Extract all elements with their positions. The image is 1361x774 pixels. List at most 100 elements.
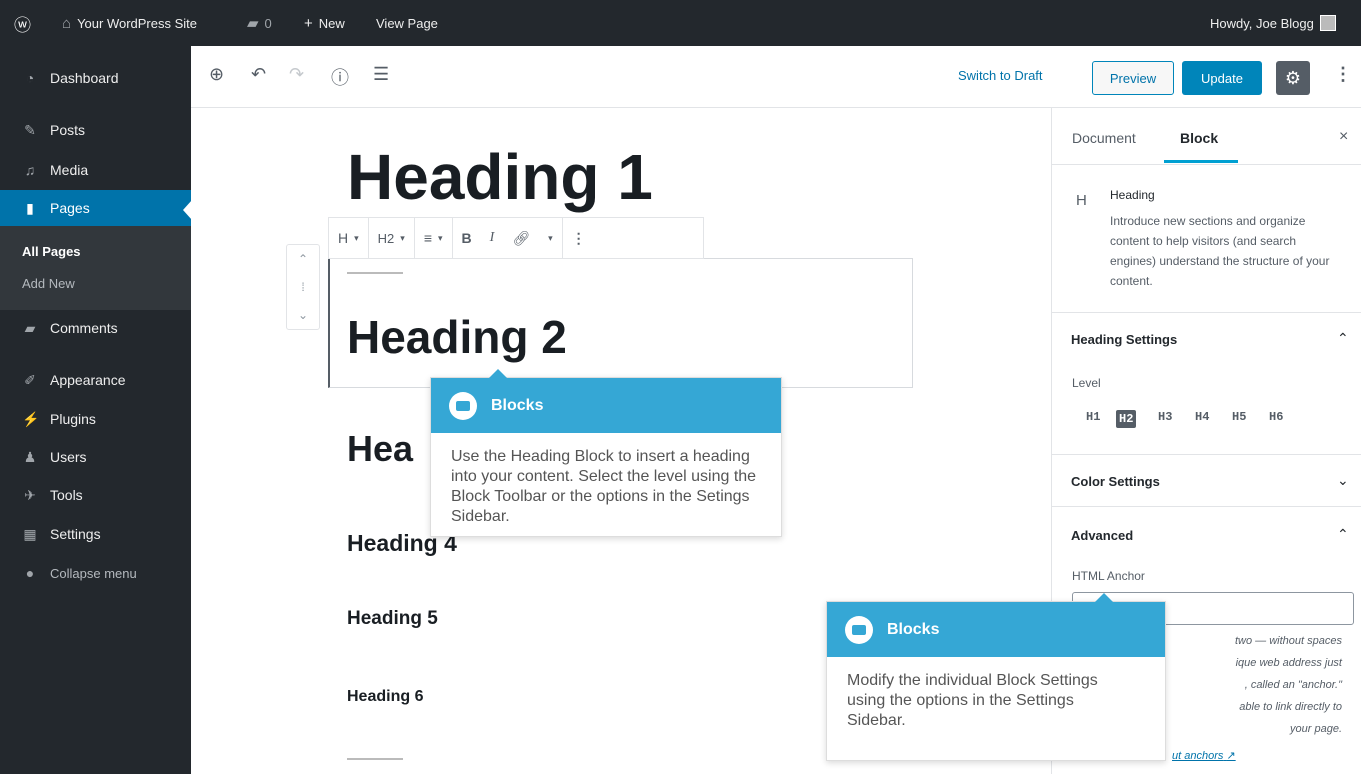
move-up-icon[interactable]: ⌃ — [298, 252, 308, 266]
view-page-link[interactable]: View Page — [376, 0, 438, 46]
submenu-all-pages[interactable]: All Pages — [22, 244, 81, 259]
new-content-link[interactable]: + New — [304, 0, 345, 46]
chevron-down-icon: ▾ — [548, 232, 553, 243]
chevron-down-icon[interactable]: ⌄ — [1337, 472, 1349, 489]
bold-button[interactable]: B — [453, 217, 481, 259]
level-h3-button[interactable]: H3 — [1158, 410, 1172, 424]
site-name-label: Your WordPress Site — [77, 15, 198, 31]
brush-icon: ✐ — [24, 371, 36, 388]
settings-gear-button[interactable]: ⚙ — [1276, 61, 1310, 95]
heading-6-block[interactable]: Heading 6 — [347, 688, 423, 706]
separator-line — [347, 272, 403, 274]
sidebar-collapse-menu[interactable]: ● Collapse menu — [0, 555, 191, 591]
pages-icon: ▮ — [26, 199, 34, 216]
sidebar-item-settings[interactable]: ▦ Settings — [0, 516, 191, 552]
color-settings-title[interactable]: Color Settings — [1071, 474, 1160, 489]
comments-count: 0 — [264, 15, 272, 31]
block-description: Introduce new sections and organize cont… — [1110, 214, 1330, 288]
heading-block-icon: H — [1076, 192, 1087, 209]
add-block-icon[interactable]: ⊕ — [209, 64, 224, 85]
sidebar-item-appearance[interactable]: ✐ Appearance — [0, 362, 191, 398]
block-more-options[interactable]: ⋮ — [563, 217, 595, 259]
block-type-switcher[interactable]: H ▾ — [329, 217, 369, 259]
wrench-icon: ✈ — [24, 486, 36, 503]
heading-1-block[interactable]: Heading 1 — [347, 140, 653, 214]
align-dropdown[interactable]: ≡ ▾ — [415, 217, 453, 259]
more-formatting-dropdown[interactable]: ▾ — [539, 217, 563, 259]
admin-sidebar: ◔ Dashboard ✎ Posts ♫ Media ▮ Pages All Page… — [0, 46, 192, 774]
active-tab-indicator — [1164, 160, 1238, 163]
level-h2-button[interactable]: H2 — [1116, 410, 1137, 428]
block-toolbar: H ▾ H2 ▾ ≡ ▾ B I 🔗︎ ▾ ⋮ — [328, 217, 704, 259]
heading-level-dropdown[interactable]: H2 ▾ — [369, 217, 415, 259]
editor-header: ⊕ ↶ ↷ ⓘ ☰ Switch to Draft Preview Update… — [191, 46, 1361, 108]
account-menu[interactable]: Howdy, Joe Blogg — [1210, 0, 1336, 46]
level-h4-button[interactable]: H4 — [1195, 410, 1209, 424]
comments-link[interactable]: ▰ 0 — [247, 0, 272, 46]
tooltip-text: Use the Heading Block to insert a headin… — [451, 448, 757, 525]
more-menu-icon[interactable]: ⋮ — [1334, 64, 1352, 85]
chevron-up-icon[interactable]: ⌃ — [1337, 330, 1349, 347]
drag-handle-icon[interactable]: ⁞ — [301, 280, 304, 294]
outline-icon[interactable]: ☰ — [373, 64, 389, 85]
chevron-up-icon[interactable]: ⌃ — [1337, 526, 1349, 543]
plus-icon: + — [304, 14, 313, 32]
tab-document[interactable]: Document — [1072, 130, 1136, 146]
info-icon[interactable]: ⓘ — [331, 64, 349, 90]
sidebar-item-posts[interactable]: ✎ Posts — [0, 112, 191, 148]
level-h1-button[interactable]: H1 — [1086, 410, 1100, 424]
block-settings-tooltip: Blocks Modify the individual Block Setti… — [826, 593, 1166, 761]
current-menu-arrow — [183, 200, 192, 220]
wordpress-logo-icon[interactable]: ⓦ — [14, 0, 31, 46]
heading-3-block[interactable]: Hea — [347, 428, 413, 470]
heading-5-block[interactable]: Heading 5 — [347, 608, 438, 630]
gear-icon: ⚙ — [1284, 67, 1302, 88]
submenu-add-new[interactable]: Add New — [22, 276, 75, 291]
tab-block[interactable]: Block — [1180, 130, 1218, 146]
sidebar-item-plugins[interactable]: ⚡ Plugins — [0, 401, 191, 437]
tooltip-text: Modify the individual Block Settings usi… — [847, 672, 1098, 729]
chevron-down-icon: ▾ — [400, 232, 405, 243]
comment-icon: ▰ — [24, 319, 36, 336]
sidebar-item-label: Settings — [50, 526, 101, 542]
sidebar-item-label: Dashboard — [50, 70, 119, 86]
sidebar-item-pages[interactable]: ▮ Pages — [0, 190, 191, 226]
close-icon[interactable]: × — [1339, 128, 1348, 146]
sidebar-item-comments[interactable]: ▰ Comments — [0, 310, 191, 346]
sidebar-item-media[interactable]: ♫ Media — [0, 152, 191, 188]
chevron-down-icon: ▾ — [437, 232, 443, 243]
tooltip-header: Blocks — [431, 378, 781, 433]
avatar — [1319, 15, 1336, 31]
flag-icon — [449, 391, 477, 420]
heading-2-block[interactable]: Heading 2 — [347, 310, 567, 364]
sidebar-item-label: Users — [50, 449, 87, 465]
learn-more-link[interactable]: ut anchors ↗ — [1172, 749, 1236, 762]
advanced-title[interactable]: Advanced — [1071, 528, 1133, 543]
level-label: Level — [1072, 376, 1101, 390]
undo-icon[interactable]: ↶ — [251, 64, 266, 85]
preview-button[interactable]: Preview — [1092, 61, 1174, 95]
collapse-icon: ● — [25, 565, 35, 581]
link-icon: 🔗︎ — [512, 229, 531, 246]
sidebar-item-users[interactable]: ♟ Users — [0, 439, 191, 475]
link-button[interactable]: 🔗︎ — [503, 217, 539, 259]
sidebar-item-dashboard[interactable]: ◔ Dashboard — [0, 60, 191, 96]
level-h6-button[interactable]: H6 — [1269, 410, 1283, 424]
sidebar-item-tools[interactable]: ✈ Tools — [0, 477, 191, 513]
switch-to-draft-link[interactable]: Switch to Draft — [958, 68, 1043, 83]
update-button[interactable]: Update — [1182, 61, 1262, 95]
bold-label: B — [461, 230, 472, 246]
move-down-icon[interactable]: ⌄ — [298, 308, 308, 322]
level-h5-button[interactable]: H5 — [1232, 410, 1246, 424]
block-mover: ⌃ ⁞ ⌄ — [286, 244, 320, 330]
admin-bar: ⓦ ⌂ Your WordPress Site ▰ 0 + New View P… — [0, 0, 1361, 46]
redo-icon[interactable]: ↷ — [289, 64, 304, 85]
learn-more-label: ut anchors — [1172, 750, 1224, 762]
heading-settings-title[interactable]: Heading Settings — [1071, 332, 1177, 347]
home-icon: ⌂ — [62, 14, 72, 32]
users-icon: ♟ — [23, 448, 37, 465]
site-name-link[interactable]: ⌂ Your WordPress Site — [62, 0, 197, 46]
italic-button[interactable]: I — [481, 217, 504, 259]
align-icon: ≡ — [423, 230, 432, 246]
view-page-label: View Page — [376, 15, 438, 31]
